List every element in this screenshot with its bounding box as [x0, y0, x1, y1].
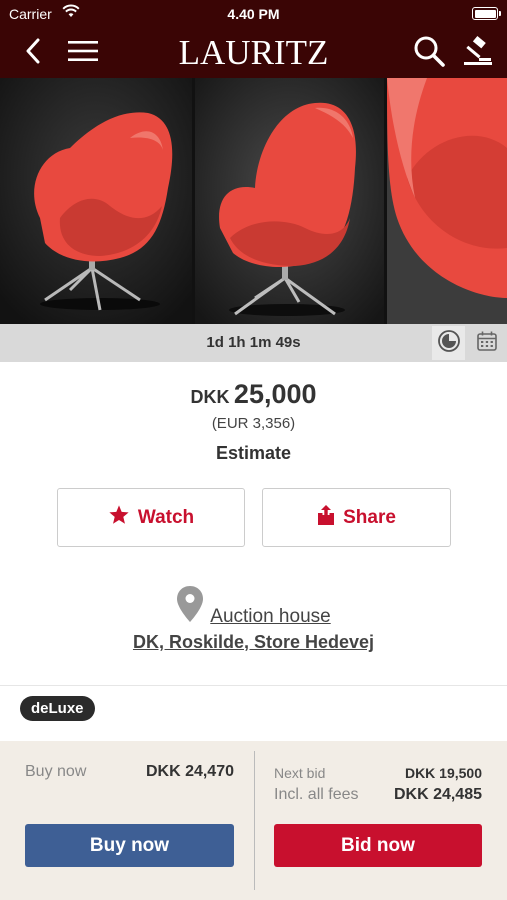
gavel-icon	[462, 35, 494, 72]
watch-button[interactable]: Watch	[57, 488, 245, 547]
search-icon	[413, 35, 445, 72]
fees-label: Incl. all fees	[274, 786, 359, 803]
gallery-image-1[interactable]	[0, 78, 192, 324]
image-gallery[interactable]	[0, 78, 507, 324]
countdown-bar: 1d 1h 1m 49s	[0, 324, 507, 362]
status-time: 4.40 PM	[227, 6, 280, 22]
share-icon	[317, 504, 343, 532]
clock-button[interactable]	[432, 326, 465, 360]
search-button[interactable]	[412, 36, 446, 70]
map-pin-icon	[176, 585, 204, 628]
countdown-timer: 1d 1h 1m 49s	[206, 334, 301, 351]
bid-now-button[interactable]: Bid now	[274, 824, 482, 867]
gallery-image-3[interactable]	[387, 78, 507, 324]
estimate-label: Estimate	[215, 443, 292, 463]
auction-address-link[interactable]: DK, Roskilde, Store Hedevej	[0, 632, 507, 653]
share-label: Share	[343, 506, 396, 528]
fees-value: DKK 24,485	[393, 786, 482, 803]
next-bid-value: DKK 19,500	[404, 765, 482, 781]
estimate-price: DKK 25,000	[0, 379, 507, 410]
calendar-icon	[476, 330, 498, 357]
clock-icon	[437, 329, 461, 358]
section-divider	[0, 685, 507, 686]
buy-now-button[interactable]: Buy now	[25, 824, 234, 867]
next-bid-label: Next bid	[274, 765, 326, 781]
gallery-image-2[interactable]	[195, 78, 384, 324]
panel-separator	[254, 751, 255, 890]
battery-icon	[472, 7, 501, 20]
star-icon	[108, 504, 138, 532]
price-amount: 25,000	[233, 379, 317, 409]
buy-now-label: Buy now	[25, 763, 87, 780]
price-currency: DKK	[190, 387, 230, 407]
location-section: Auction house DK, Roskilde, Store Hedeve…	[0, 585, 507, 653]
auction-button[interactable]	[461, 35, 495, 72]
nav-bar: LAURITZ	[0, 28, 507, 78]
share-button[interactable]: Share	[262, 488, 451, 547]
auction-house-link[interactable]: Auction house	[210, 606, 330, 628]
price-eur: (EUR 3,356)	[211, 415, 296, 432]
buy-now-price: DKK 24,470	[145, 763, 234, 780]
deluxe-badge: deLuxe	[20, 696, 95, 721]
watch-label: Watch	[137, 506, 195, 528]
status-bar: Carrier 4.40 PM	[0, 0, 507, 28]
calendar-button[interactable]	[470, 326, 503, 360]
purchase-panel: Buy now DKK 24,470 Buy now Next bid DKK …	[0, 741, 507, 900]
